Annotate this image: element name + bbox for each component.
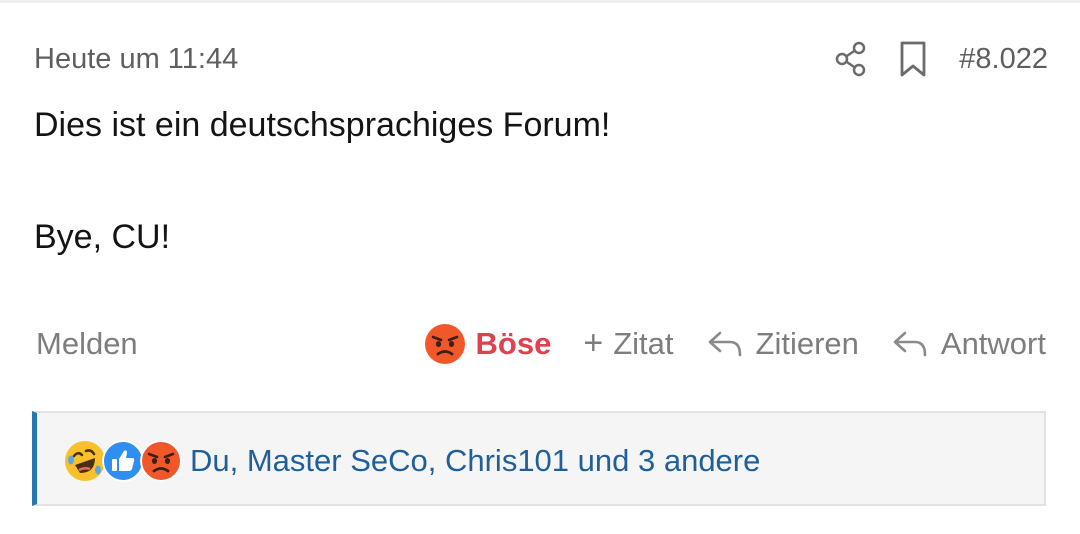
angry-face-icon [424,324,465,364]
share-icon [836,41,866,77]
reply-icon [893,331,927,357]
post-actions: Böse + Zitat Zitieren Antwort [424,316,1046,372]
angry-face-icon [140,440,182,482]
quote-button[interactable]: Zitieren [706,326,859,362]
bookmark-icon [900,41,926,77]
post-text-line: Bye, CU! [34,218,171,256]
post-header: Heute um 11:44 #8.022 [34,36,1048,86]
reactions-bar: Du, Master SeCo, Chris101 und 3 andere [32,411,1046,506]
reply-label: Antwort [940,326,1046,361]
reply-button[interactable]: Antwort [891,326,1046,362]
reply-icon [708,331,741,357]
post-body: Dies ist ein deutschsprachiges Forum! By… [34,108,610,254]
quote-label: Zitieren [755,326,859,361]
post-header-actions: #8.022 [831,36,1048,82]
multiquote-label: Zitat [613,326,674,361]
thumbs-up-icon [102,440,144,482]
top-divider [0,0,1080,3]
post-timestamp[interactable]: Heute um 11:44 [34,43,238,76]
react-button[interactable]: Böse [424,323,552,365]
plus-icon: + [583,323,604,362]
share-button[interactable] [831,39,871,79]
rolling-laughing-icon [65,441,105,481]
bookmark-button[interactable] [893,39,933,79]
react-label: Böse [475,326,552,361]
reaction-users-link[interactable]: Du, Master SeCo, Chris101 und 3 andere [190,443,760,479]
reaction-emoji-stack[interactable] [64,440,194,482]
post-text-line: Dies ist ein deutschsprachiges Forum! [34,106,611,144]
report-link[interactable]: Melden [36,326,138,362]
multiquote-button[interactable]: + Zitat [583,323,674,364]
post-action-bar: Melden Böse + Zitat Zitieren Antwort [36,316,1046,372]
post-number-link[interactable]: #8.022 [959,43,1048,76]
